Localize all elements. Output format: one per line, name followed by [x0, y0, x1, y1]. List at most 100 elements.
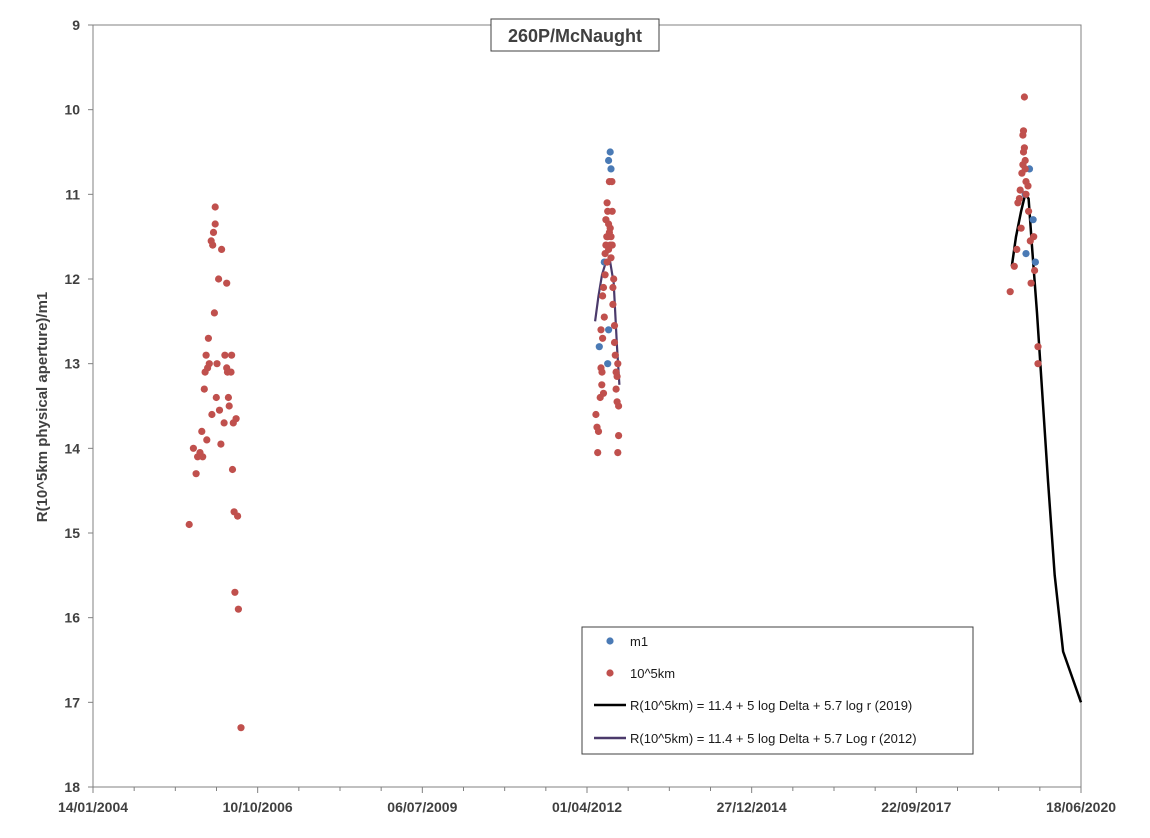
- point-m1: [1022, 250, 1030, 258]
- y-tick-label: 9: [72, 17, 80, 33]
- legend-marker-10-5km: [606, 669, 614, 677]
- point-10-5km: [610, 275, 618, 283]
- point-m1: [1029, 216, 1037, 224]
- y-tick-label: 10: [64, 102, 80, 118]
- point-10-5km: [212, 393, 220, 402]
- point-10-5km: [599, 283, 608, 292]
- y-axis-title: R(10^5km physical aperture)/m1: [34, 292, 51, 523]
- point-10-5km: [1030, 233, 1038, 241]
- point-10-5km: [237, 724, 245, 732]
- point-10-5km: [609, 283, 617, 292]
- point-10-5km: [192, 470, 200, 478]
- point-10-5km: [610, 338, 619, 347]
- point-m1: [606, 148, 614, 156]
- y-tick-label: 18: [64, 779, 80, 795]
- legend-label-fit-2012: R(10^5km) = 11.4 + 5 log Delta + 5.7 Log…: [630, 731, 917, 746]
- point-10-5km: [1017, 224, 1025, 232]
- chart-container: 9 10 11 12 13 14 15 16 17 18 14/01/2004 10/10/2006 0…: [0, 0, 1150, 838]
- point-10-5km: [209, 228, 218, 236]
- point-m1: [604, 360, 612, 368]
- y-tick-label: 15: [64, 525, 80, 541]
- point-10-5km: [1010, 262, 1018, 270]
- point-10-5km: [215, 275, 223, 283]
- point-10-5km: [203, 436, 211, 444]
- point-10-5km: [200, 385, 208, 393]
- chart-title: 260P/McNaught: [508, 26, 642, 46]
- legend-entry-fit-2019: R(10^5km) = 11.4 + 5 log Delta + 5.7 log…: [594, 698, 912, 713]
- point-10-5km: [597, 326, 605, 334]
- point-10-5km: [1013, 245, 1021, 253]
- point-10-5km: [211, 220, 219, 228]
- point-10-5km: [221, 351, 229, 359]
- point-10-5km: [1022, 190, 1030, 198]
- x-tick-label: 06/07/2009: [387, 799, 457, 815]
- point-10-5km: [223, 279, 231, 287]
- point-10-5km: [1021, 156, 1029, 165]
- point-10-5km: [228, 465, 237, 474]
- x-tick-label: 01/04/2012: [552, 799, 622, 815]
- legend: m1 10^5km R(10^5km) = 11.4 + 5 log Delta…: [581, 626, 974, 755]
- point-m1: [605, 326, 613, 334]
- point-10-5km: [614, 449, 622, 457]
- point-10-5km: [603, 199, 611, 207]
- legend-label-m1: m1: [630, 634, 648, 649]
- y-tick-label: 14: [64, 440, 80, 456]
- y-tick-label: 13: [64, 356, 80, 372]
- point-10-5km: [189, 444, 197, 452]
- point-10-5km: [606, 224, 614, 232]
- point-10-5km: [1006, 288, 1014, 296]
- point-10-5km: [234, 605, 242, 613]
- point-10-5km: [615, 402, 623, 410]
- point-10-5km: [598, 368, 606, 376]
- y-tick-label: 17: [64, 694, 80, 710]
- point-10-5km: [1019, 127, 1028, 135]
- point-10-5km: [224, 393, 232, 402]
- point-10-5km: [608, 207, 616, 215]
- point-10-5km: [210, 309, 218, 317]
- point-10-5km: [598, 381, 606, 389]
- point-10-5km: [607, 254, 615, 262]
- point-10-5km: [202, 351, 210, 359]
- point-10-5km: [607, 233, 615, 241]
- point-10-5km: [614, 360, 622, 368]
- point-10-5km: [594, 449, 602, 457]
- point-10-5km: [209, 241, 217, 249]
- point-10-5km: [1024, 182, 1032, 190]
- title-layer: 260P/McNaught: [490, 18, 660, 52]
- point-10-5km: [232, 415, 240, 423]
- x-tick-label: 27/12/2014: [717, 799, 787, 815]
- series-fit-2019: [1010, 193, 1083, 703]
- point-10-5km: [612, 385, 620, 393]
- point-10-5km: [231, 588, 239, 596]
- point-10-5km: [217, 440, 225, 448]
- point-10-5km: [599, 292, 607, 300]
- point-10-5km: [213, 360, 221, 368]
- point-10-5km: [592, 410, 600, 419]
- point-10-5km: [615, 432, 623, 440]
- point-10-5km: [185, 520, 193, 529]
- point-10-5km: [1016, 186, 1024, 194]
- point-10-5km: [225, 402, 233, 410]
- point-10-5km: [198, 427, 206, 435]
- legend-label-fit-2019: R(10^5km) = 11.4 + 5 log Delta + 5.7 log…: [630, 698, 912, 713]
- point-10-5km: [215, 406, 224, 414]
- x-tick-label: 22/09/2017: [881, 799, 951, 815]
- point-10-5km: [1020, 144, 1028, 152]
- point-10-5km: [1027, 279, 1035, 287]
- point-10-5km: [208, 410, 216, 419]
- x-tick-label: 14/01/2004: [58, 799, 128, 815]
- legend-marker-m1: [606, 637, 614, 645]
- x-tick-label: 18/06/2020: [1046, 799, 1116, 815]
- point-m1: [607, 165, 615, 173]
- point-10-5km: [1015, 195, 1024, 203]
- series-m1: [595, 148, 1039, 368]
- point-10-5km: [1021, 165, 1029, 173]
- point-10-5km: [608, 241, 616, 249]
- point-10-5km: [1034, 343, 1042, 351]
- point-10-5km: [1034, 360, 1042, 368]
- point-m1: [595, 343, 603, 351]
- x-tick-label: 10/10/2006: [223, 799, 293, 815]
- point-10-5km: [227, 368, 235, 376]
- point-10-5km: [1025, 207, 1033, 215]
- point-10-5km: [1020, 93, 1028, 101]
